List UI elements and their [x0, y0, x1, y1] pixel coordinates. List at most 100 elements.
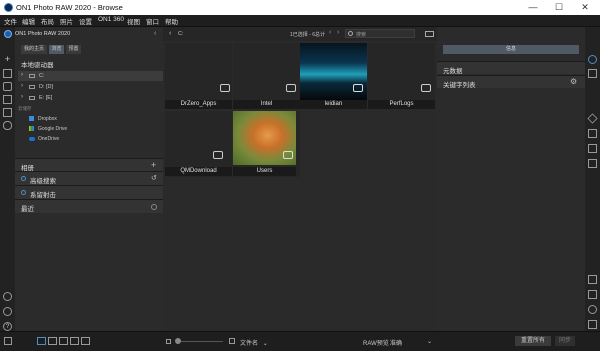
folder-tile[interactable]: DrZero_Apps — [165, 43, 232, 109]
raw-preview-dropdown[interactable]: 准确 ⌄ — [390, 338, 434, 347]
advanced-search-section[interactable]: 高级搜索 ↺ — [15, 171, 163, 185]
chevron-down-icon: ⌄ — [427, 339, 433, 345]
slider-track — [181, 340, 223, 342]
tab-presets[interactable]: 预置 — [66, 45, 81, 54]
monitor-icon[interactable] — [3, 69, 12, 78]
tab-home[interactable]: 我的主页 — [21, 45, 47, 54]
raw-preview-value: 准确 — [390, 341, 403, 347]
refresh-icon[interactable]: ↺ — [151, 174, 157, 182]
cloud-item-google-drive[interactable]: Google Drive — [29, 125, 129, 133]
window-title: ON1 Photo RAW 2020 - Browse — [16, 3, 123, 12]
browse-mode-icon[interactable] — [588, 55, 597, 64]
sidebar-toggle-icon[interactable] — [4, 337, 12, 345]
close-button[interactable]: ✕ — [572, 0, 598, 15]
albums-section[interactable]: 相册 + — [15, 158, 163, 172]
send-icon[interactable] — [588, 320, 597, 329]
search-input[interactable]: 搜索 — [345, 29, 415, 38]
keywords-section[interactable]: 关键字列表 ⚙ — [437, 75, 585, 89]
back-arrow-icon[interactable]: ‹ — [169, 30, 171, 37]
people-icon[interactable] — [3, 307, 12, 316]
folder-icon[interactable] — [3, 95, 12, 104]
drive-icon[interactable] — [3, 108, 12, 117]
menu-on1-360[interactable]: ON1 360 — [98, 16, 124, 23]
print-icon[interactable] — [588, 290, 597, 299]
filmstrip-view-icon[interactable] — [48, 337, 57, 345]
info-tab[interactable]: 信息 — [443, 45, 579, 54]
next-icon[interactable]: › — [337, 29, 339, 36]
drive-c-row[interactable]: › C: — [18, 71, 163, 81]
prev-icon[interactable]: ‹ — [329, 29, 331, 36]
menu-edit[interactable]: 编辑 — [22, 16, 35, 26]
browser-panel: ON1 Photo RAW 2020 ‹ 我的主页 浏览 预置 本地驱动器 › … — [4, 27, 163, 331]
help-icon[interactable]: ? — [3, 322, 12, 331]
folder-label: Users — [233, 167, 296, 176]
app-logo-icon — [4, 3, 13, 12]
drive-d-row[interactable]: › D: [D] — [18, 82, 163, 92]
minimize-button[interactable]: — — [520, 0, 546, 15]
add-album-icon[interactable]: + — [151, 160, 156, 170]
cloud-label: OneDrive — [38, 136, 60, 142]
grid-view-icon[interactable] — [37, 337, 46, 345]
recent-section[interactable]: 最近 — [15, 199, 163, 213]
panel-menu-icon[interactable]: ‹ — [154, 30, 156, 37]
drive-label: E: [E] — [39, 95, 53, 101]
cloud-item-dropbox[interactable]: Dropbox — [29, 115, 129, 123]
on1-logo-icon — [4, 30, 12, 38]
folder-tile-selected[interactable]: leidian — [300, 43, 367, 109]
reset-all-button[interactable]: 重置所有 — [515, 336, 551, 346]
menu-file[interactable]: 文件 — [4, 16, 17, 26]
menu-help[interactable]: 帮助 — [165, 16, 178, 26]
compare-icon[interactable] — [588, 69, 597, 78]
tab-browse[interactable]: 浏览 — [49, 45, 64, 54]
menu-view[interactable]: 视图 — [127, 16, 140, 26]
compare-view-icon[interactable] — [70, 337, 79, 345]
export-icon[interactable] — [588, 275, 597, 284]
folder-icon — [286, 84, 296, 92]
expand-icon[interactable]: › — [21, 83, 23, 89]
menu-layout[interactable]: 布局 — [41, 16, 54, 26]
folder-view-icon[interactable] — [425, 31, 434, 37]
folder-tile[interactable]: Intel — [233, 43, 300, 109]
menu-window[interactable]: 窗口 — [146, 16, 159, 26]
folder-label: Intel — [233, 100, 300, 109]
drive-e-row[interactable]: › E: [E] — [18, 93, 163, 103]
expand-icon[interactable]: › — [21, 94, 23, 100]
clock-icon[interactable] — [151, 204, 157, 210]
map-view-icon[interactable] — [81, 337, 90, 345]
filter-icon[interactable] — [3, 292, 12, 301]
tethered-section[interactable]: 系留射击 — [15, 185, 163, 199]
share-icon[interactable] — [588, 305, 597, 314]
path-bar: ‹ C: 1已选择 - 6总计 ‹ › 搜索 — [163, 27, 437, 41]
folder-icon — [213, 151, 223, 159]
folder-tile[interactable]: PerfLogs — [368, 43, 435, 109]
sort-dropdown[interactable]: 文件名 ⌄ — [240, 338, 268, 347]
portrait-icon[interactable] — [588, 159, 597, 168]
folder-tile[interactable]: Users — [233, 111, 300, 177]
info-panel: 信息 元数据 关键字列表 ⚙ — [437, 27, 585, 331]
layers-icon[interactable] — [587, 113, 598, 124]
menu-settings[interactable]: 设置 — [79, 16, 92, 26]
cloud-item-onedrive[interactable]: OneDrive — [29, 135, 129, 143]
maximize-button[interactable]: ☐ — [546, 0, 572, 15]
folder-tile[interactable]: QMDownload — [165, 111, 232, 177]
metadata-section[interactable]: 元数据 — [437, 61, 585, 75]
gear-icon[interactable]: ⚙ — [570, 77, 577, 86]
add-icon[interactable]: + — [3, 55, 12, 64]
advanced-search-title: 高级搜索 — [30, 178, 56, 185]
thumbnail-size-slider[interactable] — [175, 338, 223, 344]
search-icon — [348, 31, 353, 36]
drive-label: C: — [39, 73, 45, 79]
thumbnail-size-icon — [166, 339, 171, 344]
detail-view-icon[interactable] — [59, 337, 68, 345]
expand-icon[interactable]: › — [21, 72, 23, 78]
develop-icon[interactable] — [588, 129, 597, 138]
tether-circle-icon — [21, 190, 26, 195]
cloud-icon[interactable] — [3, 121, 12, 130]
folder-label: QMDownload — [165, 167, 232, 176]
folder-icon — [220, 84, 230, 92]
camera-icon[interactable] — [3, 82, 12, 91]
effects-icon[interactable] — [588, 144, 597, 153]
menu-photo[interactable]: 照片 — [60, 16, 73, 26]
sync-button[interactable]: 同步 — [555, 336, 575, 346]
sort-icon[interactable] — [229, 338, 235, 344]
